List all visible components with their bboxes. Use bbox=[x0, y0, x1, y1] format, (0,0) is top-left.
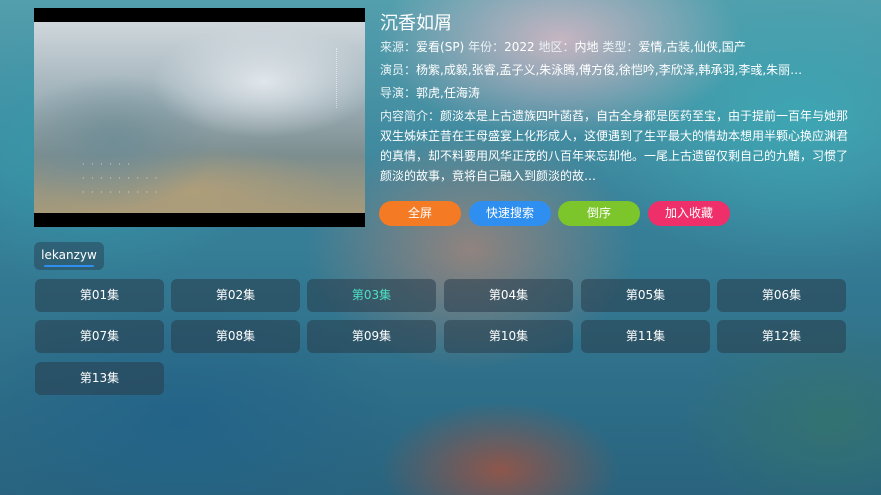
source-tab[interactable]: lekanzyw bbox=[34, 242, 104, 270]
preview-vertical-text bbox=[336, 48, 347, 108]
year-value: 2022 bbox=[504, 40, 535, 54]
cast-value: 杨紫,成毅,张睿,孟子义,朱泳腾,傅方俊,徐恺吟,李欣泽,韩承羽,李彧,朱丽… bbox=[416, 63, 803, 77]
source-value: 爱看(SP) bbox=[416, 40, 465, 54]
episode-button[interactable]: 第11集 bbox=[581, 320, 710, 353]
episode-button[interactable]: 第07集 bbox=[35, 320, 164, 353]
summary-label: 内容简介： bbox=[380, 109, 441, 123]
episode-button[interactable]: 第02集 bbox=[171, 279, 300, 312]
source-tab-label: lekanzyw bbox=[41, 248, 97, 262]
type-value: 爱情,古装,仙侠,国产 bbox=[638, 40, 746, 54]
summary-text: 颜淡本是上古遗族四叶菡萏，自古全身都是医药至宝，由于提前一百年与她那双生姊妹芷昔… bbox=[380, 109, 849, 183]
year-label: 年份： bbox=[468, 40, 505, 54]
episode-button[interactable]: 第12集 bbox=[717, 320, 846, 353]
fullscreen-button[interactable]: 全屏 bbox=[379, 201, 461, 226]
director-label: 导演： bbox=[380, 86, 417, 100]
cast-line: 演员：杨紫,成毅,张睿,孟子义,朱泳腾,傅方俊,徐恺吟,李欣泽,韩承羽,李彧,朱… bbox=[380, 61, 850, 78]
episode-button[interactable]: 第05集 bbox=[581, 279, 710, 312]
director-value: 郭虎,任海涛 bbox=[416, 86, 480, 100]
summary: 内容简介：颜淡本是上古遗族四叶菡萏，自古全身都是医药至宝，由于提前一百年与她那双… bbox=[380, 106, 850, 186]
episode-button[interactable]: 第09集 bbox=[307, 320, 436, 353]
episode-button[interactable]: 第01集 bbox=[35, 279, 164, 312]
episode-button[interactable]: 第06集 bbox=[717, 279, 846, 312]
director-line: 导演：郭虎,任海涛 bbox=[380, 84, 480, 101]
episode-button[interactable]: 第10集 bbox=[444, 320, 573, 353]
meta-line: 来源：爱看(SP) 年份：2022 地区：内地 类型：爱情,古装,仙侠,国产 bbox=[380, 38, 746, 55]
episode-button-active[interactable]: 第03集 bbox=[307, 279, 436, 312]
cast-label: 演员： bbox=[380, 63, 417, 77]
episode-button[interactable]: 第13集 bbox=[35, 362, 164, 395]
source-tab-indicator bbox=[44, 265, 94, 267]
video-title: 沉香如屑 bbox=[380, 13, 452, 34]
type-label: 类型： bbox=[602, 40, 639, 54]
reverse-order-button[interactable]: 倒序 bbox=[558, 201, 640, 226]
episode-button[interactable]: 第04集 bbox=[444, 279, 573, 312]
preview-credits: · · · · · · · · · · · · · · · · · · · · · … bbox=[82, 160, 160, 197]
video-preview[interactable]: · · · · · · · · · · · · · · · · · · · · · … bbox=[34, 8, 365, 227]
region-value: 内地 bbox=[574, 40, 599, 54]
region-label: 地区： bbox=[538, 40, 575, 54]
episode-button[interactable]: 第08集 bbox=[171, 320, 300, 353]
quick-search-button[interactable]: 快速搜索 bbox=[469, 201, 551, 226]
source-label: 来源： bbox=[380, 40, 417, 54]
add-favorite-button[interactable]: 加入收藏 bbox=[648, 201, 730, 226]
